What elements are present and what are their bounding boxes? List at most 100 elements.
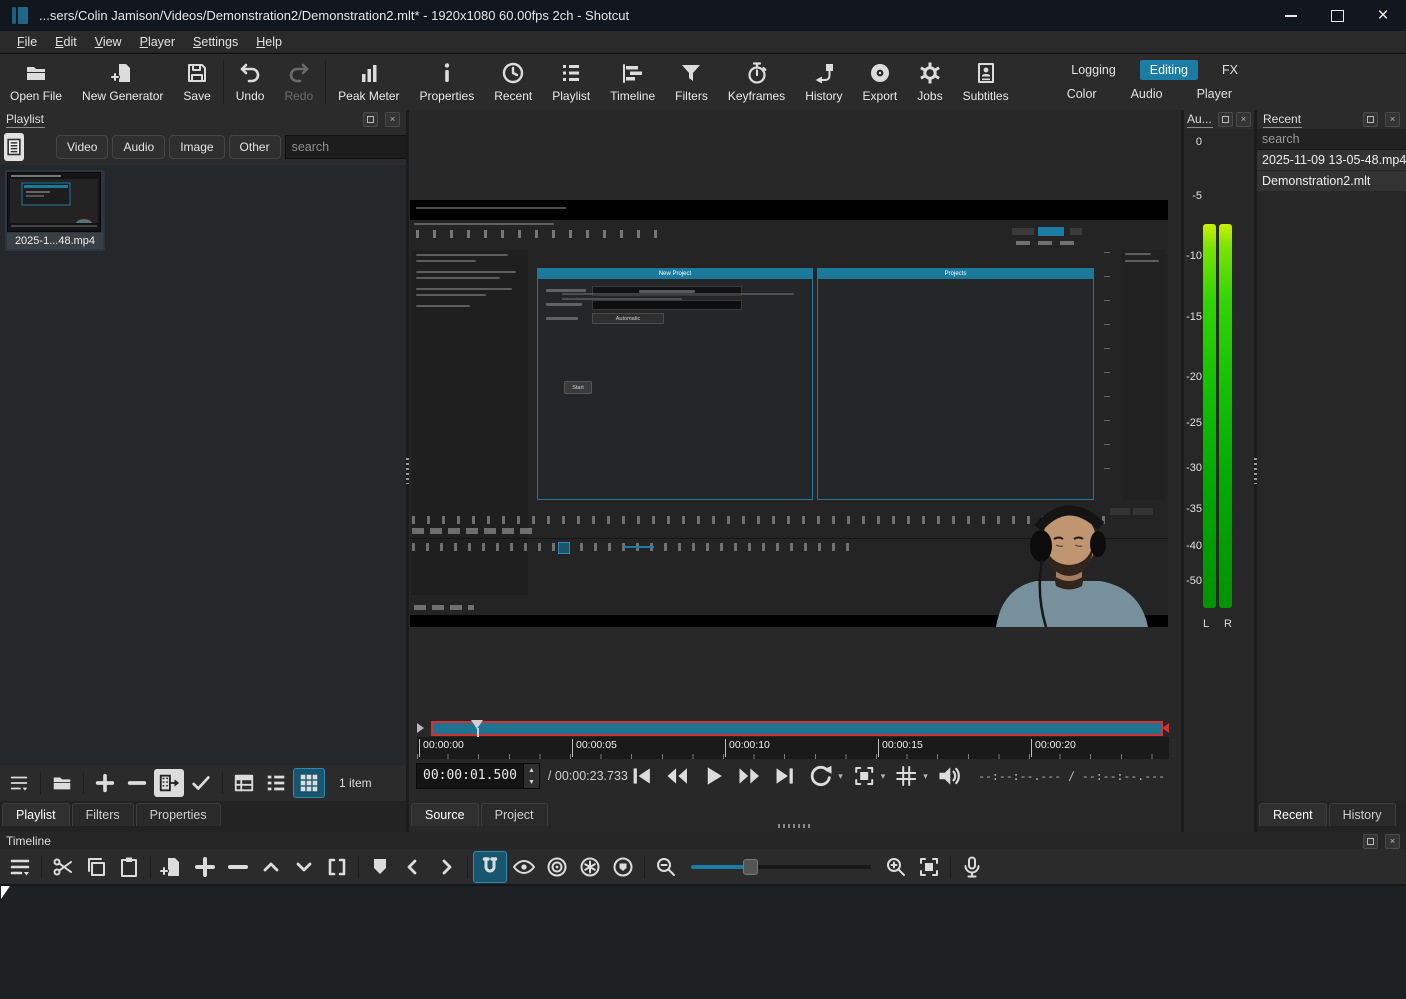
playlist-update-button[interactable] <box>154 769 184 797</box>
marker-button[interactable] <box>364 852 396 882</box>
open-file-button[interactable]: Open File <box>0 54 72 110</box>
recent-close-button[interactable]: × <box>1385 112 1400 127</box>
undo-button[interactable]: Undo <box>226 54 275 110</box>
grid-button[interactable] <box>891 762 921 790</box>
timeline-track-area[interactable] <box>0 884 1406 999</box>
playlist-item[interactable]: 2025-1...48.mp4 <box>5 170 105 251</box>
timecode-spin-buttons[interactable]: ▲ ▼ <box>523 764 539 788</box>
zoom-slider-handle[interactable] <box>743 859 758 875</box>
export-button[interactable]: Export <box>853 54 908 110</box>
playlist-button[interactable]: Playlist <box>542 54 600 110</box>
play-button[interactable] <box>698 762 728 790</box>
redo-button[interactable]: Redo <box>274 54 323 110</box>
ripple-delete-button[interactable] <box>222 852 254 882</box>
timeline-menu-button[interactable] <box>4 852 36 882</box>
record-audio-button[interactable] <box>956 852 988 882</box>
filter-image-button[interactable]: Image <box>169 135 224 159</box>
properties-button[interactable]: Properties <box>410 54 485 110</box>
menu-player[interactable]: Player <box>131 33 184 51</box>
maximize-button[interactable] <box>1314 0 1360 31</box>
subtitles-button[interactable]: Subtitles <box>953 54 1019 110</box>
loop-button[interactable] <box>806 762 836 790</box>
tab-history[interactable]: History <box>1329 803 1396 826</box>
menu-file[interactable]: File <box>8 33 46 51</box>
playlist-menu-button[interactable] <box>4 769 34 797</box>
tab-recent[interactable]: Recent <box>1259 803 1327 826</box>
tab-source[interactable]: Source <box>411 803 479 826</box>
workspace-audio[interactable]: Audio <box>1121 84 1173 104</box>
timecode-spinner[interactable]: 00:00:01.500 ▲ ▼ <box>416 763 540 789</box>
ripple-markers-toggle[interactable] <box>607 852 639 882</box>
jobs-button[interactable]: Jobs <box>907 54 952 110</box>
trim-in-handle[interactable] <box>417 723 424 733</box>
overwrite-button[interactable] <box>288 852 320 882</box>
snap-toggle[interactable] <box>473 851 507 883</box>
grid-caret-icon[interactable]: ▾ <box>923 771 928 782</box>
filter-video-button[interactable]: Video <box>56 135 108 159</box>
playlist-close-button[interactable]: × <box>385 112 400 127</box>
zoom-fit-button[interactable] <box>849 762 879 790</box>
paste-button[interactable] <box>113 852 145 882</box>
playlist-update-thumbnails-button[interactable] <box>186 769 216 797</box>
menu-view[interactable]: View <box>86 33 131 51</box>
audio-float-button[interactable] <box>1218 112 1233 127</box>
recent-item[interactable]: Demonstration2.mlt <box>1257 171 1406 191</box>
zoom-caret-icon[interactable]: ▾ <box>881 771 886 782</box>
rewind-button[interactable] <box>662 762 692 790</box>
loop-caret-icon[interactable]: ▾ <box>838 771 843 782</box>
timeline-zoom-fit-button[interactable] <box>913 852 945 882</box>
tab-properties[interactable]: Properties <box>136 803 221 826</box>
history-button[interactable]: History <box>795 54 852 110</box>
skip-next-button[interactable] <box>770 762 800 790</box>
ripple-toggle[interactable] <box>541 852 573 882</box>
workspace-fx[interactable]: FX <box>1212 60 1248 80</box>
timeline-button[interactable]: Timeline <box>600 54 665 110</box>
overwrite-add-button[interactable] <box>189 852 221 882</box>
recent-button[interactable]: Recent <box>484 54 542 110</box>
timeline-playhead[interactable] <box>1 886 10 899</box>
save-button[interactable]: Save <box>173 54 220 110</box>
workspace-logging[interactable]: Logging <box>1061 60 1126 80</box>
timeline-zoom-out-button[interactable] <box>650 852 682 882</box>
timeline-zoom-in-button[interactable] <box>880 852 912 882</box>
workspace-color[interactable]: Color <box>1057 84 1107 104</box>
new-generator-button[interactable]: New Generator <box>72 54 173 110</box>
filter-other-button[interactable]: Other <box>229 135 281 159</box>
workspace-editing[interactable]: Editing <box>1140 60 1198 80</box>
player-resize-handle[interactable] <box>778 824 812 828</box>
lift-button[interactable] <box>255 852 287 882</box>
spin-up-icon[interactable]: ▲ <box>524 764 539 776</box>
menu-settings[interactable]: Settings <box>184 33 247 51</box>
tab-project[interactable]: Project <box>481 803 548 826</box>
menu-help[interactable]: Help <box>247 33 291 51</box>
append-button[interactable] <box>156 852 188 882</box>
playlist-add-button[interactable] <box>90 769 120 797</box>
previous-marker-button[interactable] <box>397 852 429 882</box>
timeline-zoom-slider[interactable] <box>691 859 871 875</box>
fast-forward-button[interactable] <box>734 762 764 790</box>
recent-search-input[interactable] <box>1257 129 1406 150</box>
playhead[interactable] <box>471 720 484 737</box>
menu-edit[interactable]: Edit <box>46 33 86 51</box>
workspace-player[interactable]: Player <box>1187 84 1242 104</box>
player-scrubber[interactable] <box>417 720 1169 737</box>
volume-button[interactable] <box>934 762 964 790</box>
view-tiles-button[interactable] <box>261 769 291 797</box>
selection-bar[interactable] <box>431 721 1163 736</box>
playlist-details-toggle[interactable] <box>4 133 24 161</box>
peak-meter-button[interactable]: Peak Meter <box>328 54 409 110</box>
copy-button[interactable] <box>80 852 112 882</box>
view-details-button[interactable] <box>229 769 259 797</box>
minimize-button[interactable] <box>1268 0 1314 31</box>
recent-item[interactable]: 2025-11-09 13-05-48.mp4 <box>1257 150 1406 170</box>
filters-button[interactable]: Filters <box>665 54 718 110</box>
ripple-all-tracks-toggle[interactable] <box>574 852 606 882</box>
scrub-while-dragging-toggle[interactable] <box>508 852 540 882</box>
cut-button[interactable] <box>47 852 79 882</box>
next-marker-button[interactable] <box>430 852 462 882</box>
keyframes-button[interactable]: Keyframes <box>718 54 795 110</box>
audio-close-button[interactable]: × <box>1236 112 1251 127</box>
timeline-float-button[interactable] <box>1363 834 1378 849</box>
playlist-remove-button[interactable] <box>122 769 152 797</box>
recent-float-button[interactable] <box>1363 112 1378 127</box>
